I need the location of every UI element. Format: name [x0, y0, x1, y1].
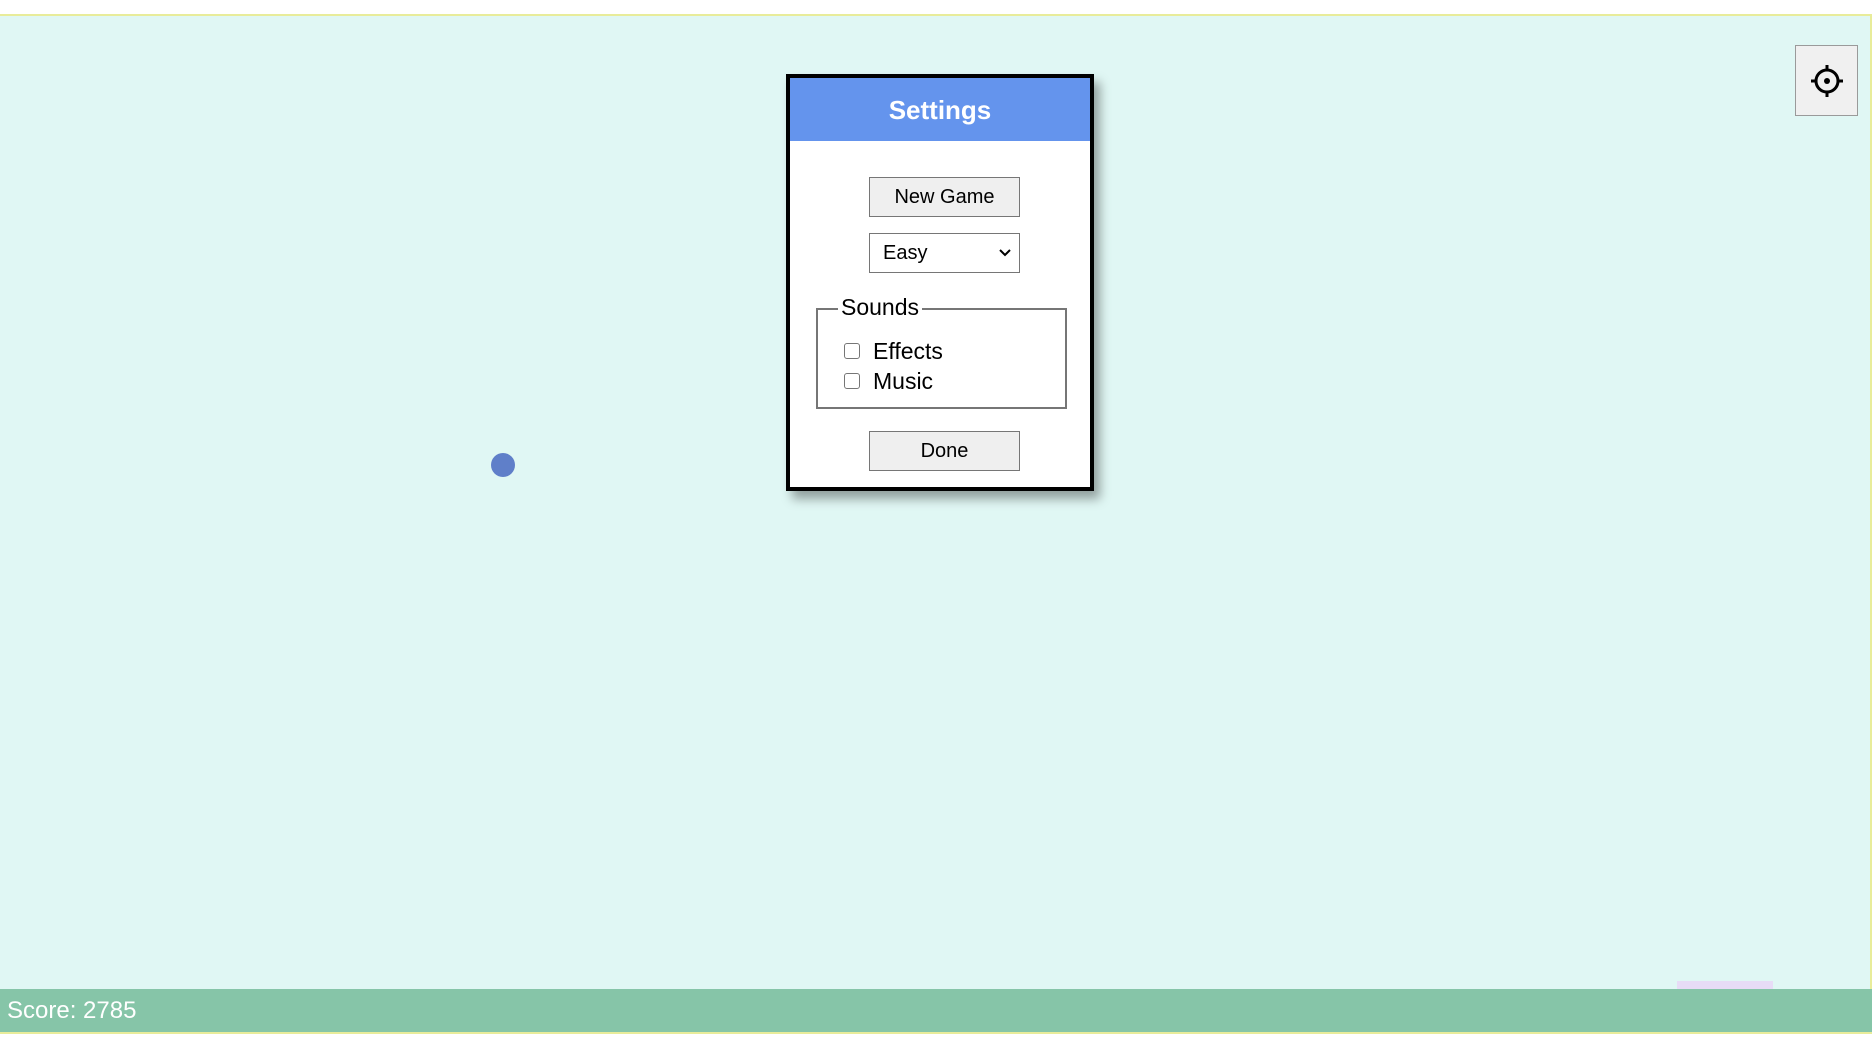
effects-label: Effects	[873, 337, 943, 364]
effects-option[interactable]: Effects	[844, 338, 943, 364]
new-game-button[interactable]: New Game	[869, 177, 1020, 217]
effects-checkbox[interactable]	[844, 343, 860, 359]
score-bar: Score: 2785	[0, 989, 1872, 1034]
sounds-legend: Sounds	[838, 294, 923, 320]
difficulty-selected-value: Easy	[883, 242, 928, 264]
dialog-title: Settings	[790, 78, 1090, 141]
chevron-down-icon	[998, 234, 1012, 285]
music-label: Music	[873, 367, 934, 394]
difficulty-select[interactable]: Easy	[869, 233, 1020, 273]
ball	[491, 453, 515, 477]
gear-icon	[1810, 64, 1843, 97]
music-checkbox[interactable]	[844, 373, 860, 389]
sounds-fieldset: Sounds Effects Music	[816, 294, 1067, 409]
score-label: Score: 2785	[7, 997, 137, 1024]
game-area[interactable]: Settings New Game Easy Sounds Effects Mu…	[0, 14, 1872, 1034]
music-option[interactable]: Music	[844, 368, 933, 394]
settings-toggle-button[interactable]	[1795, 45, 1858, 116]
done-button[interactable]: Done	[869, 431, 1020, 471]
settings-dialog: Settings New Game Easy Sounds Effects Mu…	[786, 74, 1094, 491]
